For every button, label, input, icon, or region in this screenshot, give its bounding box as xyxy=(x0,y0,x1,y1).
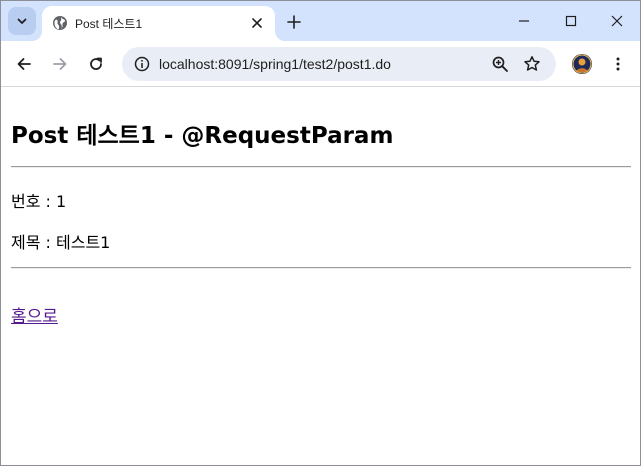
browser-toolbar: localhost:8091/spring1/test2/post1.do xyxy=(1,41,640,87)
minimize-icon xyxy=(519,20,529,22)
zoom-icon xyxy=(492,56,508,72)
reload-icon xyxy=(90,57,102,70)
divider xyxy=(11,166,631,168)
number-text: 번호 : 1 xyxy=(11,192,67,211)
site-info-button[interactable] xyxy=(130,52,154,76)
arrow-left-icon xyxy=(17,58,31,70)
title-text: 제목 : 테스트1 xyxy=(11,233,111,252)
maximize-icon xyxy=(565,15,577,27)
arrow-right-icon xyxy=(53,58,67,70)
maximize-button[interactable] xyxy=(548,1,594,41)
info-icon xyxy=(134,56,150,72)
tab-close-button[interactable] xyxy=(248,14,266,32)
avatar xyxy=(572,54,592,74)
forward-button[interactable] xyxy=(46,50,74,78)
tab-title: Post 테스트1 xyxy=(75,17,143,31)
page-title: Post 테스트1 - @RequestParam xyxy=(11,123,394,149)
profile-avatar[interactable] xyxy=(572,54,592,74)
globe-icon xyxy=(53,16,67,30)
tab-active[interactable]: Post 테스트1 xyxy=(42,6,275,41)
minimize-button[interactable] xyxy=(501,1,547,41)
home-link[interactable]: 홈으로 xyxy=(11,302,58,327)
reload-button[interactable] xyxy=(82,50,110,78)
browser-menu-button[interactable] xyxy=(606,52,630,76)
chevron-down-icon xyxy=(17,18,27,24)
plus-icon xyxy=(287,15,301,29)
address-bar[interactable]: localhost:8091/spring1/test2/post1.do xyxy=(122,47,556,81)
zoom-button[interactable] xyxy=(488,52,512,76)
window-close-button[interactable] xyxy=(594,1,640,41)
close-icon xyxy=(611,15,623,27)
star-icon xyxy=(524,56,540,71)
back-button[interactable] xyxy=(10,50,38,78)
page-content: Post 테스트1 - @RequestParam 번호 : 1 제목 : 테스… xyxy=(1,88,640,465)
close-icon xyxy=(252,18,262,28)
bookmark-button[interactable] xyxy=(520,52,544,76)
divider xyxy=(11,267,631,269)
tab-strip: Post 테스트1 xyxy=(1,1,640,41)
url-text[interactable]: localhost:8091/spring1/test2/post1.do xyxy=(159,56,391,72)
browser-window: Post 테스트1 localhost:8091/spring1/test2/p… xyxy=(0,0,641,466)
kebab-menu-icon xyxy=(616,57,620,71)
new-tab-button[interactable] xyxy=(282,10,306,34)
